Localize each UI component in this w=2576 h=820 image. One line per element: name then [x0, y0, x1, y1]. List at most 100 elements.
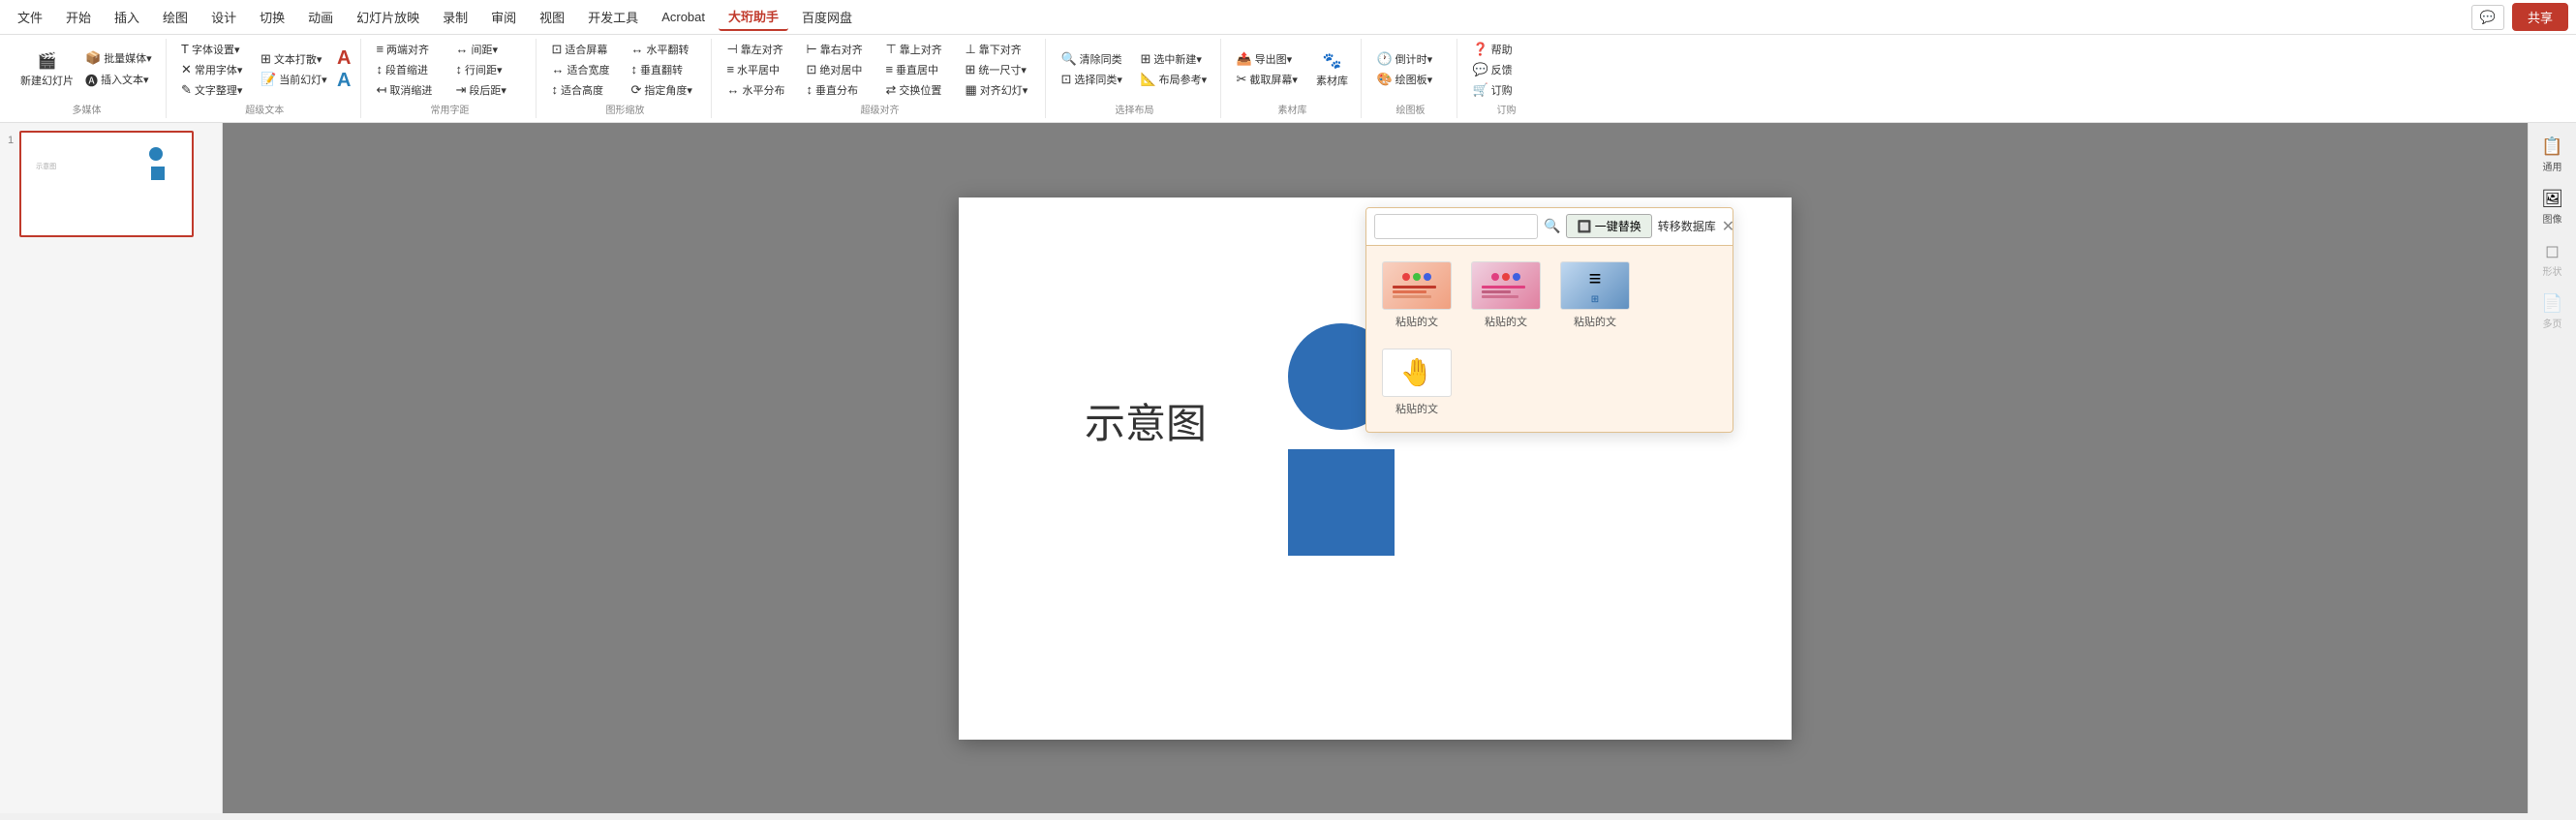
- replace-button[interactable]: 🔲 一键替换: [1566, 214, 1651, 238]
- remove-indent-icon: ↤: [376, 82, 386, 98]
- btn-layout-ref[interactable]: 📐布局参考▾: [1135, 70, 1212, 89]
- btn-align-slide[interactable]: ▦对齐幻灯▾: [960, 80, 1037, 100]
- btn-clear-same[interactable]: 🔍清除同类: [1056, 49, 1133, 69]
- btn-feedback[interactable]: 💬反馈: [1467, 60, 1545, 79]
- canvas-area[interactable]: 示意图 🔍 🔲 一键替换 转移数据库 ✕: [223, 123, 2528, 813]
- slide-thumbnail[interactable]: 示意图: [19, 131, 194, 237]
- btn-text-arrange[interactable]: ✎文字整理▾: [176, 80, 254, 100]
- btn-countdown[interactable]: 🕐倒计时▾: [1371, 49, 1449, 69]
- assets-items: 📤导出图▾ ✂截取屏幕▾ 🐾 素材库: [1231, 39, 1353, 100]
- search-icon[interactable]: 🔍: [1544, 218, 1560, 234]
- btn-export-img[interactable]: 📤导出图▾: [1231, 49, 1308, 69]
- btn-align-left[interactable]: ⊣靠左对齐: [721, 40, 799, 59]
- btn-rotate[interactable]: ⟳指定角度▾: [626, 80, 703, 100]
- btn-flip-v[interactable]: ↕垂直翻转: [626, 60, 703, 79]
- menu-acrobat[interactable]: Acrobat: [652, 6, 715, 28]
- btn-insert-text[interactable]: 🅐插入文本▾: [80, 69, 158, 91]
- menu-view[interactable]: 视图: [530, 4, 574, 30]
- floating-search-input[interactable]: [1374, 214, 1538, 239]
- btn-help[interactable]: ❓帮助: [1467, 40, 1545, 59]
- btn-align-right[interactable]: ⊢靠右对齐: [801, 40, 878, 59]
- dot-red-1: [1402, 273, 1410, 281]
- menu-draw[interactable]: 绘图: [153, 4, 198, 30]
- justify-icon: ≡: [376, 42, 383, 56]
- btn-swap[interactable]: ⇄交换位置: [880, 80, 958, 100]
- dots-row-2: [1491, 273, 1520, 281]
- transfer-button[interactable]: 转移数据库: [1658, 218, 1716, 234]
- btn-justify[interactable]: ≡两端对齐: [371, 40, 448, 59]
- menu-record[interactable]: 录制: [433, 4, 477, 30]
- menu-insert[interactable]: 插入: [105, 4, 149, 30]
- btn-align-center-h[interactable]: ≡水平居中: [721, 60, 799, 79]
- btn-fit-height[interactable]: ↕适合高度: [546, 80, 624, 100]
- menu-file[interactable]: 文件: [8, 4, 52, 30]
- btn-unified-size[interactable]: ⊞统一尺寸▾: [960, 60, 1037, 79]
- btn-indent-first[interactable]: ↕段首缩进: [371, 60, 448, 79]
- btn-font-setting[interactable]: T字体设置▾: [176, 40, 254, 59]
- menu-review[interactable]: 审阅: [481, 4, 526, 30]
- btn-screenshot[interactable]: ✂截取屏幕▾: [1231, 70, 1308, 89]
- btn-distribute-v[interactable]: ↕垂直分布: [801, 80, 878, 100]
- paste-item-2[interactable]: 粘贴的文: [1467, 258, 1545, 333]
- btn-align-absolute[interactable]: ⊡绝对居中: [801, 60, 878, 79]
- menu-start[interactable]: 开始: [56, 4, 101, 30]
- sidebar-item-multipage[interactable]: 📄 多页: [2530, 288, 2575, 336]
- btn-text-scatter[interactable]: ⊞文本打散▾: [256, 49, 333, 69]
- btn-material-lib[interactable]: 🐾 素材库: [1310, 48, 1353, 91]
- purchase-col1: ❓帮助 💬反馈 🛒订购: [1467, 40, 1545, 100]
- chat-button[interactable]: 💬: [2471, 5, 2504, 30]
- paste-item-1[interactable]: 粘贴的文: [1378, 258, 1456, 333]
- btn-para-spacing[interactable]: ⇥段后距▾: [450, 80, 528, 100]
- drawing-items: 🕐倒计时▾ 🎨绘图板▾: [1371, 39, 1449, 100]
- btn-common-font[interactable]: ✕常用字体▾: [176, 60, 254, 79]
- btn-align-top[interactable]: ⊤靠上对齐: [880, 40, 958, 59]
- close-panel-button[interactable]: ✕: [1722, 217, 1733, 236]
- menu-animate[interactable]: 动画: [298, 4, 343, 30]
- paste-item-3[interactable]: ≡ ⊞ 粘贴的文: [1556, 258, 1634, 333]
- align-left-icon: ⊣: [726, 42, 737, 57]
- dot-green-1: [1413, 273, 1421, 281]
- menu-switch[interactable]: 切换: [250, 4, 294, 30]
- slide-panel: 1 示意图: [0, 123, 223, 813]
- slide-canvas[interactable]: 示意图 🔍 🔲 一键替换 转移数据库 ✕: [959, 197, 1792, 740]
- share-button[interactable]: 共享: [2512, 3, 2568, 31]
- group-supertext: T字体设置▾ ✕常用字体▾ ✎文字整理▾ ⊞文本打散▾ 📝当前幻灯▾ A A 超…: [169, 39, 361, 118]
- supertext-col2: ⊞文本打散▾ 📝当前幻灯▾: [256, 49, 333, 89]
- btn-select-new[interactable]: ⊞选中新建▾: [1135, 49, 1212, 69]
- supertext-label: 超级文本: [245, 100, 284, 118]
- btn-purchase[interactable]: 🛒订购: [1467, 80, 1545, 100]
- flip-h-icon: ↔: [630, 42, 643, 56]
- sidebar-item-shape[interactable]: ◻ 形状: [2530, 235, 2575, 284]
- menu-slideshow[interactable]: 幻灯片放映: [347, 4, 429, 30]
- btn-remove-indent[interactable]: ↤取消缩进: [371, 80, 448, 100]
- btn-align-center-v[interactable]: ≡垂直居中: [880, 60, 958, 79]
- shape-label: 形状: [2543, 263, 2562, 278]
- menu-devtools[interactable]: 开发工具: [578, 4, 648, 30]
- btn-flip-h[interactable]: ↔水平翻转: [626, 40, 703, 59]
- btn-line-spacing[interactable]: ↕行间距▾: [450, 60, 528, 79]
- paste-item-4[interactable]: 🤚 粘贴的文: [1378, 345, 1456, 420]
- canvas-square[interactable]: [1288, 449, 1395, 556]
- flip-v-icon: ↕: [630, 62, 637, 76]
- menu-dahen[interactable]: 大珩助手: [719, 3, 788, 31]
- text-scatter-icon: ⊞: [261, 51, 271, 67]
- sidebar-item-image[interactable]: 🖼 图像: [2530, 183, 2575, 231]
- sidebar-item-common[interactable]: 📋 通用: [2530, 131, 2575, 179]
- stack-label: ⊞: [1591, 294, 1599, 305]
- menu-design[interactable]: 设计: [201, 4, 246, 30]
- spacing-col1: ≡两端对齐 ↕段首缩进 ↤取消缩进: [371, 40, 448, 100]
- btn-align-bottom[interactable]: ⊥靠下对齐: [960, 40, 1037, 59]
- btn-current-slide[interactable]: 📝当前幻灯▾: [256, 70, 333, 89]
- align-items: ⊣靠左对齐 ≡水平居中 ↔水平分布 ⊢靠右对齐 ⊡绝对居中 ↕垂直分布 ⊤靠上对…: [721, 39, 1037, 100]
- canvas-text: 示意图: [1085, 391, 1207, 450]
- btn-drawing-board[interactable]: 🎨绘图板▾: [1371, 70, 1449, 89]
- menu-baidu[interactable]: 百度网盘: [792, 4, 862, 30]
- btn-fit-width[interactable]: ↔适合宽度: [546, 60, 624, 79]
- btn-spacing[interactable]: ↔间距▾: [450, 40, 528, 59]
- btn-fit-screen[interactable]: ⊡适合屏幕: [546, 40, 624, 59]
- btn-batch-media[interactable]: 📦批量媒体▾: [80, 48, 158, 68]
- group-align: ⊣靠左对齐 ≡水平居中 ↔水平分布 ⊢靠右对齐 ⊡绝对居中 ↕垂直分布 ⊤靠上对…: [714, 39, 1046, 118]
- btn-new-slide[interactable]: 🎬 新建幻灯片: [15, 48, 78, 91]
- btn-select-same[interactable]: ⊡选择同类▾: [1056, 70, 1133, 89]
- btn-distribute-h[interactable]: ↔水平分布: [721, 80, 799, 100]
